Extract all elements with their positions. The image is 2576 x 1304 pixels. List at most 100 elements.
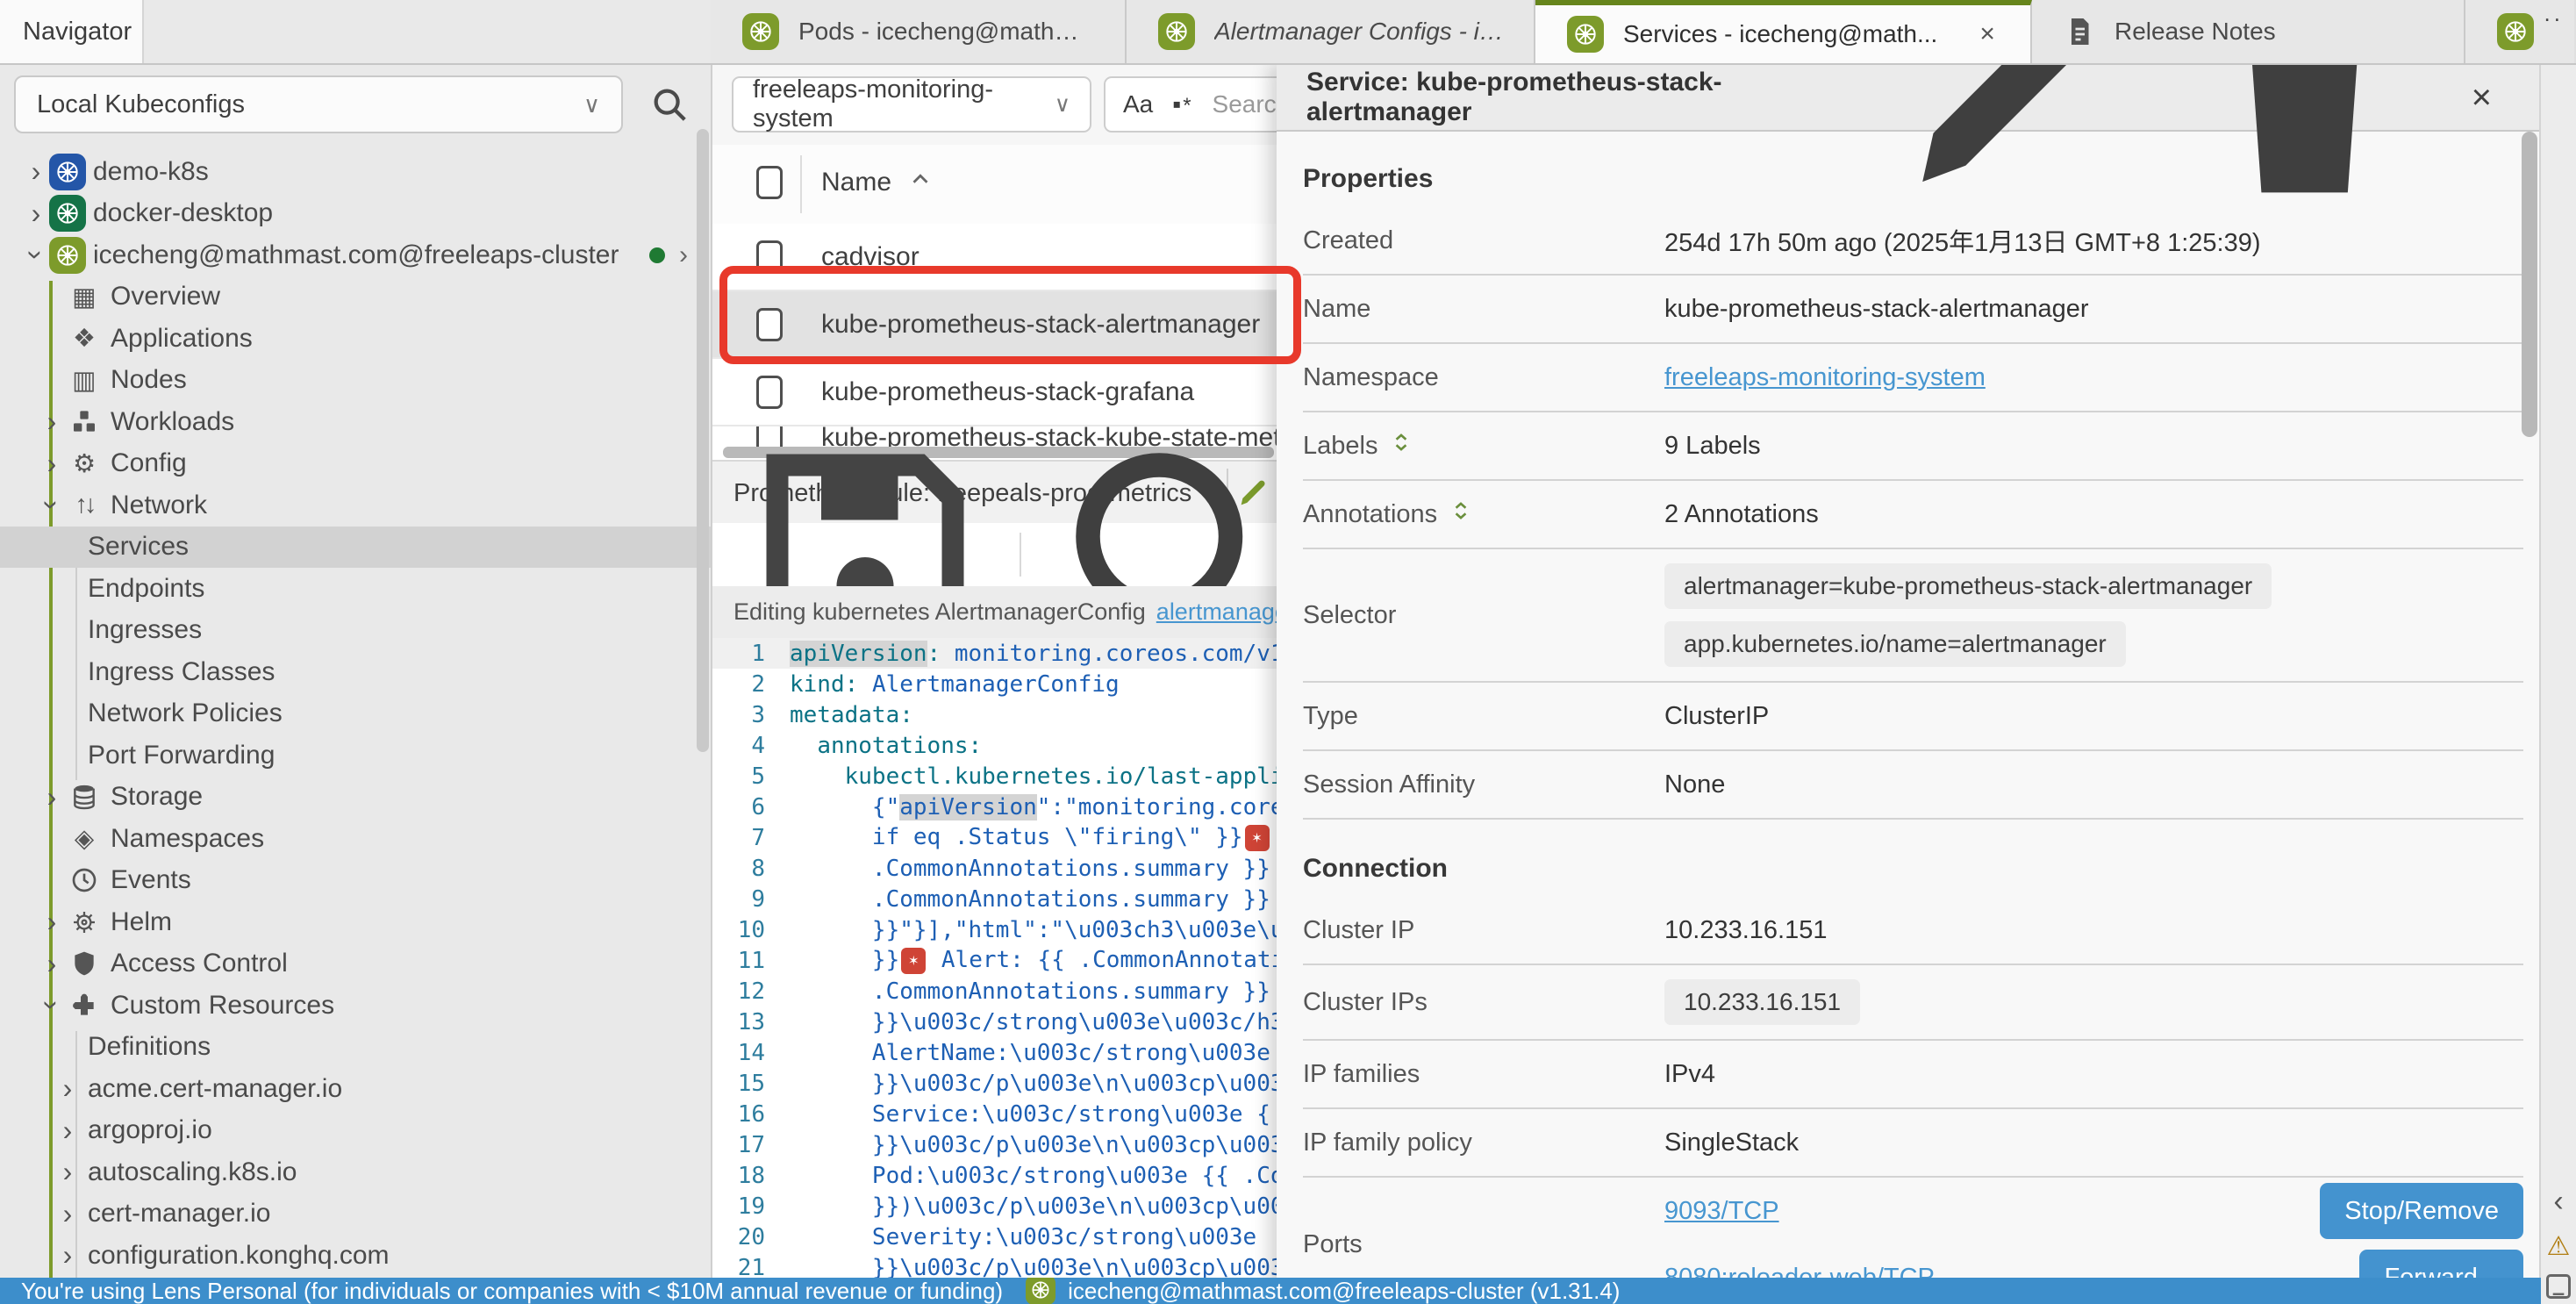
expand-chevron-icon[interactable]: › (39, 405, 65, 438)
expand-chevron-icon[interactable]: › (54, 1072, 81, 1105)
sidebar: Local Kubeconfigs ∨ ›demo-k8s›docker-des… (0, 63, 712, 1278)
expand-chevron-icon[interactable]: › (54, 1198, 81, 1230)
row-checkbox[interactable] (756, 240, 783, 274)
close-icon[interactable]: × (1979, 19, 1995, 49)
detail-value-text: ClusterIP (1664, 702, 1769, 730)
detail-row-cluster-ips: Cluster IPs10.233.16.151 (1303, 965, 2523, 1041)
sort-icon[interactable] (1390, 431, 1413, 461)
sidebar-item-label: acme.cert-manager.io (88, 1074, 342, 1104)
regex-toggle[interactable]: ▪* (1172, 90, 1192, 118)
namespace-link[interactable]: freeleaps-monitoring-system (1664, 363, 1986, 391)
sidebar-item-overview[interactable]: ▦Overview (0, 276, 711, 319)
row-checkbox[interactable] (756, 308, 783, 341)
widget-icon[interactable]: ▁ (2546, 1274, 2571, 1299)
namespace-select[interactable]: freeleaps-monitoring-system ∨ (732, 76, 1091, 133)
sidebar-item-icecheng-mathmast-com-freeleaps-cluster[interactable]: ›icecheng@mathmast.com@freeleaps-cluster… (0, 234, 711, 276)
sidebar-item-ingresses[interactable]: Ingresses (0, 610, 711, 652)
tab-pods-icecheng-mathmas[interactable]: Pods - icecheng@mathmas... (711, 0, 1127, 63)
sidebar-item-applications[interactable]: ❖Applications (0, 318, 711, 360)
chevron-right-icon[interactable]: › (679, 240, 688, 270)
tab-release-notes[interactable]: Release Notes (2032, 0, 2465, 63)
line-number: 13 (711, 1009, 765, 1035)
line-number: 1 (711, 641, 765, 667)
close-icon[interactable]: × (2472, 80, 2492, 115)
detail-label: Selector (1303, 601, 1664, 630)
row-checkbox[interactable] (756, 376, 783, 409)
expand-chevron-icon[interactable]: › (54, 1114, 81, 1147)
sidebar-item-workloads[interactable]: ›Workloads (0, 401, 711, 443)
match-case-toggle[interactable]: Aa (1123, 90, 1153, 118)
chevron-left-icon[interactable]: ‹ (2553, 1185, 2563, 1219)
sidebar-item-autoscaling-k8s-io[interactable]: ›autoscaling.k8s.io (0, 1151, 711, 1193)
expand-chevron-icon[interactable]: › (36, 492, 68, 519)
expand-chevron-icon[interactable]: › (36, 992, 68, 1019)
line-number: 12 (711, 978, 765, 1005)
tab-label: Release Notes (2114, 18, 2276, 46)
sidebar-item-configuration-konghq-com[interactable]: ›configuration.konghq.com (0, 1235, 711, 1277)
siren-emoji: ✶ (1245, 825, 1270, 851)
kubernetes-icon (49, 237, 86, 274)
editing-breadcrumb-text: Editing kubernetes AlertmanagerConfig (733, 598, 1146, 626)
sort-icon[interactable] (1449, 499, 1472, 529)
navigator-tab[interactable]: Navigator (0, 0, 144, 63)
editing-resource-link[interactable]: alertmanager (1156, 598, 1296, 626)
sidebar-scrollbar[interactable] (697, 129, 709, 752)
expand-chevron-icon[interactable]: › (39, 906, 65, 938)
search-icon[interactable] (649, 84, 690, 125)
sidebar-item-helm[interactable]: ›Helm (0, 901, 711, 943)
tab-services-icecheng-math[interactable]: Services - icecheng@math...× (1535, 0, 2032, 63)
expand-chevron-icon[interactable]: › (54, 1239, 81, 1272)
code-text: Severity:\u003c/strong\u003e (790, 1224, 1256, 1250)
line-number: 18 (711, 1163, 765, 1189)
detail-panel-scrollbar[interactable] (2522, 132, 2537, 437)
sidebar-item-services[interactable]: Services (0, 527, 711, 569)
warning-icon[interactable]: ⚠ (2547, 1231, 2571, 1262)
detail-value-text: SingleStack (1664, 1128, 1799, 1157)
sidebar-item-events[interactable]: Events (0, 860, 711, 902)
expand-chevron-icon[interactable]: › (23, 155, 49, 188)
kubeconfig-select[interactable]: Local Kubeconfigs ∨ (14, 75, 623, 133)
code-text: }}"}],"html":"\u003ch3\u003e\u (790, 917, 1284, 943)
expand-chevron-icon[interactable]: › (39, 781, 65, 813)
sidebar-item-network[interactable]: ›↑↓Network (0, 484, 711, 527)
sidebar-item-acme-cert-manager-io[interactable]: ›acme.cert-manager.io (0, 1068, 711, 1110)
sidebar-item-argoproj-io[interactable]: ›argoproj.io (0, 1110, 711, 1152)
sidebar-item-storage[interactable]: ›Storage (0, 777, 711, 819)
expand-chevron-icon[interactable]: › (39, 948, 65, 980)
expand-chevron-icon[interactable]: › (23, 197, 49, 230)
detail-label: Type (1303, 702, 1664, 731)
code-text: kind: AlertmanagerConfig (790, 671, 1120, 698)
chevron-down-icon: ∨ (1055, 91, 1070, 118)
sidebar-item-namespaces[interactable]: ◈Namespaces (0, 818, 711, 860)
value-chip: app.kubernetes.io/name=alertmanager (1664, 621, 2126, 667)
sidebar-item-demo-k8s[interactable]: ›demo-k8s (0, 151, 711, 193)
sidebar-item-docker-desktop[interactable]: ›docker-desktop (0, 193, 711, 235)
status-bar: You're using Lens Personal (for individu… (0, 1278, 2541, 1304)
tab-alertmanager-configs-icec[interactable]: Alertmanager Configs - icec... (1127, 0, 1535, 63)
select-all-checkbox[interactable] (756, 166, 783, 199)
code-text: {"apiVersion":"monitoring.core (790, 794, 1284, 820)
sidebar-item-network-policies[interactable]: Network Policies (0, 693, 711, 735)
sidebar-item-label: Definitions (88, 1032, 211, 1062)
sidebar-item-nodes[interactable]: ▥Nodes (0, 360, 711, 402)
sidebar-item-ingress-classes[interactable]: Ingress Classes (0, 651, 711, 693)
expand-chevron-icon[interactable]: › (39, 448, 65, 480)
active-cluster-label[interactable]: icecheng@mathmast.com@freeleaps-cluster … (1068, 1278, 1620, 1304)
expand-chevron-icon[interactable]: › (20, 242, 53, 269)
expand-chevron-icon[interactable]: › (54, 1156, 81, 1188)
sidebar-item-endpoints[interactable]: Endpoints (0, 568, 711, 610)
code-text: Service:\u003c/strong\u003e { (790, 1101, 1270, 1128)
sidebar-item-label: Events (111, 865, 191, 895)
sidebar-item-definitions[interactable]: Definitions (0, 1027, 711, 1069)
detail-value: 2 Annotations (1664, 500, 2523, 529)
port-link[interactable]: 9093/TCP (1664, 1197, 1779, 1226)
line-number: 4 (711, 733, 765, 759)
stop-remove-button[interactable]: Stop/Remove (2320, 1183, 2523, 1239)
line-number: 7 (711, 825, 765, 851)
sidebar-item-cert-manager-io[interactable]: ›cert-manager.io (0, 1193, 711, 1236)
column-header-name[interactable]: Name (821, 166, 934, 199)
sidebar-item-access-control[interactable]: ›Access Control (0, 943, 711, 985)
sidebar-item-config[interactable]: ›⚙Config (0, 443, 711, 485)
sidebar-item-custom-resources[interactable]: ›Custom Resources (0, 985, 711, 1027)
sidebar-item-port-forwarding[interactable]: Port Forwarding (0, 734, 711, 777)
